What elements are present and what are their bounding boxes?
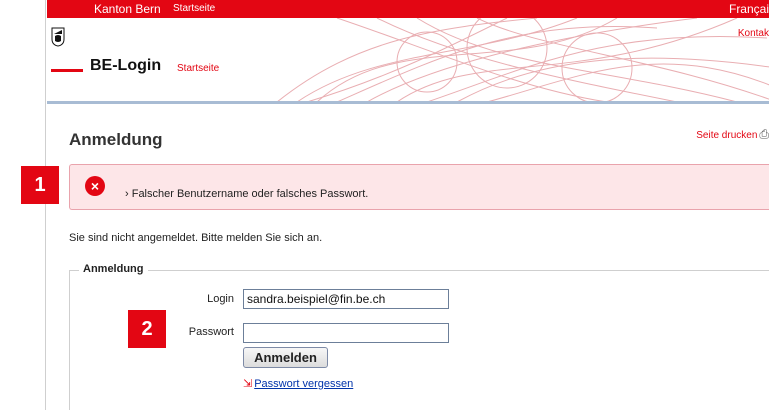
- login-fieldset-legend: Anmeldung: [79, 263, 148, 275]
- step-badge-1: 1: [21, 166, 59, 204]
- contact-link[interactable]: Kontak: [738, 28, 769, 39]
- print-link[interactable]: Seite drucken ⎙: [696, 127, 769, 142]
- error-message-text: › Falscher Benutzername oder falsches Pa…: [125, 188, 369, 200]
- brand-home-link[interactable]: Startseite: [177, 63, 219, 74]
- language-link[interactable]: Françai: [729, 2, 769, 16]
- site-header: BE-Login Startseite Kontak: [47, 18, 769, 102]
- password-label: Passwort: [188, 326, 234, 338]
- topbar-home-link[interactable]: Startseite: [173, 3, 215, 14]
- forgot-password-link[interactable]: ⇲ Passwort vergessen: [243, 377, 353, 390]
- login-input[interactable]: [243, 289, 449, 309]
- login-status-text: Sie sind nicht angemeldet. Bitte melden …: [69, 232, 323, 244]
- error-message-box: × › Falscher Benutzername oder falsches …: [69, 164, 769, 210]
- forgot-password-label: Passwort vergessen: [254, 378, 354, 390]
- print-label: Seite drucken: [696, 130, 758, 141]
- login-label: Login: [207, 293, 234, 305]
- page-title: Anmeldung: [69, 130, 163, 149]
- brand-red-line: [51, 69, 83, 72]
- page-left-border: [45, 0, 46, 410]
- brand-title[interactable]: BE-Login: [90, 57, 161, 75]
- error-x-icon: ×: [85, 176, 105, 196]
- bern-crest-icon: [51, 27, 65, 50]
- header-divider: [47, 101, 769, 104]
- top-bar: Kanton Bern Startseite Françai: [47, 0, 769, 18]
- header-pattern: [277, 18, 769, 102]
- password-input[interactable]: [243, 323, 449, 343]
- printer-icon: ⎙: [759, 127, 769, 141]
- arrow-link-icon: ⇲: [243, 378, 253, 390]
- canton-link[interactable]: Kanton Bern: [94, 2, 161, 16]
- step-badge-2: 2: [128, 310, 166, 348]
- login-submit-button[interactable]: Anmelden: [243, 347, 328, 368]
